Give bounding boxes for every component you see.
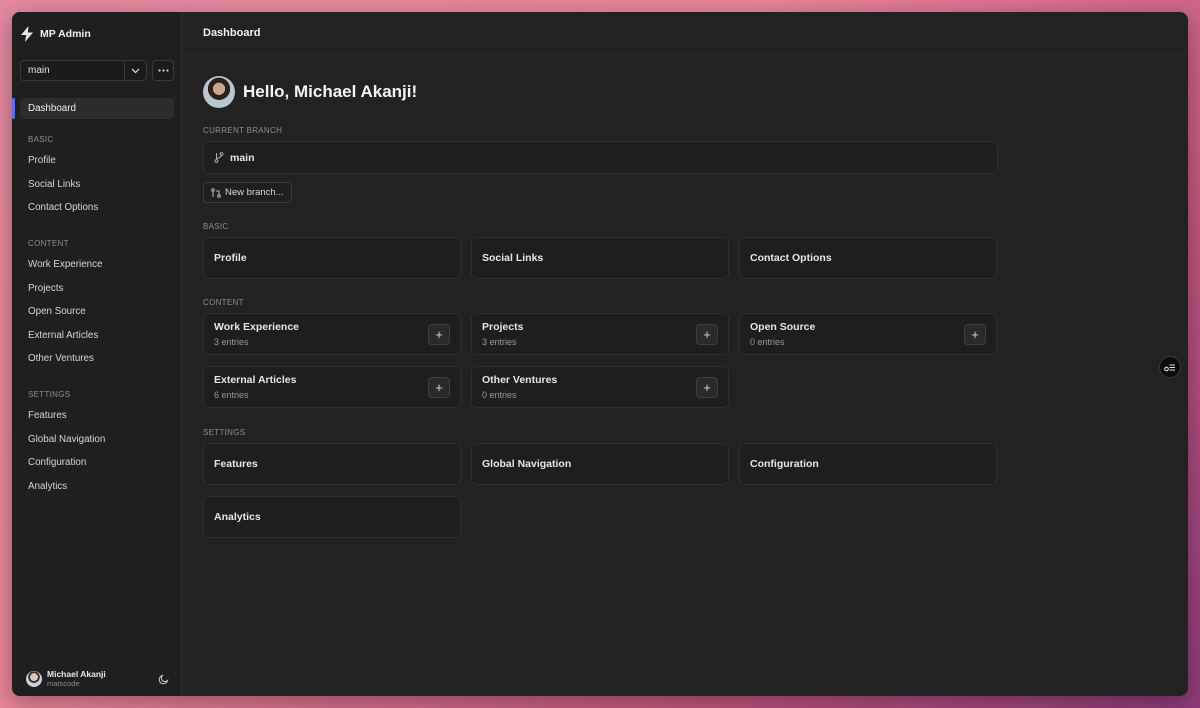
more-options-button[interactable] (152, 60, 174, 81)
git-compare-icon (211, 187, 221, 198)
sidebar-item-contact-options[interactable]: Contact Options (20, 197, 174, 218)
current-branch-label: CURRENT BRANCH (203, 126, 283, 135)
section-label-basic: BASIC (203, 222, 229, 231)
sidebar-item-work-experience[interactable]: Work Experience (20, 254, 174, 275)
card-title: External Articles (214, 374, 297, 386)
brand[interactable]: MP Admin (20, 26, 91, 42)
card-title: Profile (214, 252, 247, 264)
add-work-experience-button[interactable]: + (428, 323, 450, 345)
sidebar-item-dashboard[interactable]: Dashboard (12, 98, 174, 119)
card-entry-count: 3 entries (214, 337, 249, 347)
app-window: MP Admin main Dashboard BASIC Profile So… (12, 12, 1188, 696)
add-open-source-button[interactable]: + (964, 323, 986, 345)
sidebar: MP Admin main Dashboard BASIC Profile So… (12, 12, 182, 696)
sidebar-item-projects[interactable]: Projects (20, 278, 174, 299)
floating-toolbar-button[interactable] (1159, 356, 1181, 378)
app-name: MP Admin (40, 28, 91, 40)
card-profile[interactable]: Profile (203, 237, 461, 279)
card-title: Features (214, 458, 258, 470)
user-handle: matscode (47, 679, 80, 688)
chevron-down-icon[interactable] (124, 61, 146, 80)
card-external-articles[interactable]: External Articles 6 entries + (203, 366, 461, 408)
branch-switcher: main (20, 60, 174, 81)
current-branch-box: main (203, 141, 998, 174)
sidebar-item-global-navigation[interactable]: Global Navigation (20, 429, 174, 450)
card-global-navigation[interactable]: Global Navigation (471, 443, 729, 485)
page-title: Dashboard (203, 27, 261, 39)
sidebar-section-content: CONTENT (28, 239, 69, 248)
new-branch-button[interactable]: New branch... (203, 182, 292, 203)
card-entry-count: 6 entries (214, 390, 249, 400)
card-title: Work Experience (214, 321, 300, 333)
content-cards: Work Experience 3 entries + Projects 3 ent… (203, 313, 998, 408)
sidebar-nav: Dashboard BASIC Profile Social Links Con… (12, 98, 182, 499)
section-label-content: CONTENT (203, 298, 244, 307)
card-title: Other Ventures (482, 374, 558, 386)
card-entry-count: 0 entries (750, 337, 785, 347)
add-other-venture-button[interactable]: + (696, 376, 718, 398)
sidebar-item-analytics[interactable]: Analytics (20, 476, 174, 497)
card-title: Projects (482, 321, 524, 333)
branch-select-value: main (28, 65, 50, 76)
card-social-links[interactable]: Social Links (471, 237, 729, 279)
card-title: Contact Options (750, 252, 832, 264)
card-work-experience[interactable]: Work Experience 3 entries + (203, 313, 461, 355)
sidebar-item-external-articles[interactable]: External Articles (20, 325, 174, 346)
add-project-button[interactable]: + (696, 323, 718, 345)
basic-cards: Profile Social Links Contact Options (203, 237, 998, 279)
card-title: Global Navigation (482, 458, 572, 470)
sidebar-item-social-links[interactable]: Social Links (20, 174, 174, 195)
card-open-source[interactable]: Open Source 0 entries + (739, 313, 997, 355)
greeting: Hello, Michael Akanji! (203, 76, 998, 108)
sidebar-section-settings: SETTINGS (28, 390, 71, 399)
avatar (26, 670, 42, 687)
card-entry-count: 0 entries (482, 390, 517, 400)
user-profile[interactable]: Michael Akanji matscode (26, 669, 170, 688)
avatar (203, 76, 235, 108)
sidebar-section-basic: BASIC (28, 135, 54, 144)
sidebar-item-other-ventures[interactable]: Other Ventures (20, 348, 174, 369)
toolbar-toggle-icon (1164, 363, 1175, 371)
card-analytics[interactable]: Analytics (203, 496, 461, 538)
user-name: Michael Akanji (47, 669, 106, 679)
card-title: Configuration (750, 458, 819, 470)
sidebar-item-configuration[interactable]: Configuration (20, 452, 174, 473)
sidebar-item-profile[interactable]: Profile (20, 150, 174, 171)
ellipsis-icon (157, 69, 169, 72)
main-area: Dashboard Hello, Michael Akanji! CURRENT… (182, 12, 1188, 696)
card-entry-count: 3 entries (482, 337, 517, 347)
git-branch-icon (214, 152, 224, 163)
add-external-article-button[interactable]: + (428, 376, 450, 398)
card-title: Social Links (482, 252, 544, 264)
sidebar-item-features[interactable]: Features (20, 405, 174, 426)
sidebar-item-open-source[interactable]: Open Source (20, 301, 174, 322)
card-projects[interactable]: Projects 3 entries + (471, 313, 729, 355)
greeting-text: Hello, Michael Akanji! (243, 82, 418, 101)
settings-cards: Features Global Navigation Configuration… (203, 443, 998, 538)
new-branch-label: New branch... (225, 187, 284, 198)
header: Dashboard (182, 12, 1188, 55)
dashboard-content: Hello, Michael Akanji! CURRENT BRANCH ma… (203, 76, 998, 538)
card-contact-options[interactable]: Contact Options (739, 237, 997, 279)
branch-select[interactable]: main (20, 60, 147, 81)
current-branch-name: main (230, 151, 255, 164)
card-configuration[interactable]: Configuration (739, 443, 997, 485)
card-title: Analytics (214, 511, 261, 523)
lightning-bolt-icon (21, 26, 33, 42)
section-label-settings: SETTINGS (203, 428, 246, 437)
moon-icon[interactable] (158, 673, 170, 685)
card-features[interactable]: Features (203, 443, 461, 485)
card-other-ventures[interactable]: Other Ventures 0 entries + (471, 366, 729, 408)
card-title: Open Source (750, 321, 816, 333)
